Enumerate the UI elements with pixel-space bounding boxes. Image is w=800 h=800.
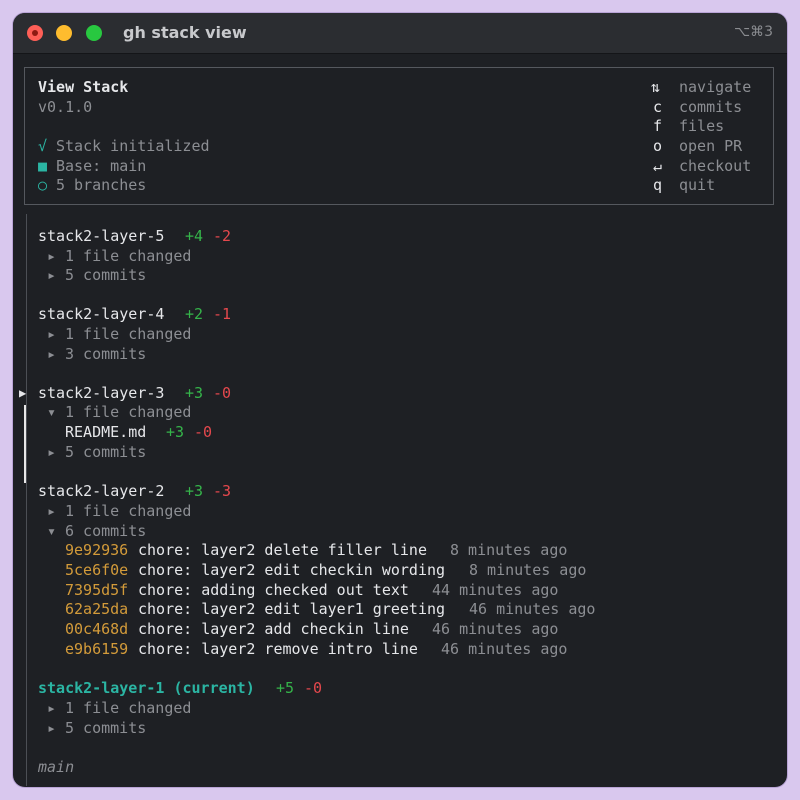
commits-count[interactable]: 5 commits [65, 442, 146, 462]
files-changed[interactable]: 1 file changed [65, 698, 191, 718]
key-navigate-label: navigate [679, 78, 752, 96]
commits-count[interactable]: 5 commits [65, 265, 146, 285]
commit-hash[interactable]: 00c468d [65, 619, 128, 639]
navigate-key-icon: ⇅ [651, 78, 661, 96]
branch-name[interactable]: stack2-layer-2 [38, 481, 164, 501]
commit-hash[interactable]: 9e92936 [65, 540, 128, 560]
deletions: -2 [213, 227, 232, 245]
version-label: v0.1.0 [38, 98, 93, 116]
base-branch: main [38, 758, 75, 776]
status-branches: 5 branches [56, 176, 147, 194]
commits-count[interactable]: 5 commits [65, 718, 146, 738]
key-open-pr-label: open PR [679, 137, 743, 155]
commit-time: 44 minutes ago [432, 581, 559, 599]
collapsed-icon[interactable]: ▸ [47, 442, 56, 462]
additions: +2 [185, 305, 204, 323]
branch-name[interactable]: stack2-layer-4 [38, 304, 164, 324]
header-title: View Stack [38, 78, 129, 96]
commit-message: chore: layer2 add checkin line [138, 620, 409, 638]
key-checkout-label: checkout [679, 157, 752, 175]
commits-count[interactable]: 6 commits [65, 521, 146, 541]
files-changed[interactable]: 1 file changed [65, 501, 191, 521]
collapsed-icon[interactable]: ▸ [47, 265, 56, 285]
minimize-button[interactable] [56, 25, 72, 41]
window-title: gh stack view [123, 23, 247, 42]
files-changed[interactable]: 1 file changed [65, 246, 191, 266]
status-initialized: Stack initialized [56, 137, 210, 155]
deletions: -0 [304, 679, 323, 697]
file-name[interactable]: README.md [65, 422, 146, 442]
key-files-label: files [679, 117, 725, 135]
commit-hash[interactable]: 62a25da [65, 599, 128, 619]
commit-time: 46 minutes ago [441, 640, 568, 658]
terminal-window: gh stack view ⌥⌘3 View Stack v0.1.0 √ St… [13, 13, 787, 787]
commit-time: 8 minutes ago [450, 541, 568, 559]
collapsed-icon[interactable]: ▸ [47, 501, 56, 521]
title-bar: gh stack view ⌥⌘3 [13, 13, 787, 54]
stack-rail [26, 214, 27, 786]
commit-time: 46 minutes ago [432, 620, 559, 638]
window-shortcut: ⌥⌘3 [733, 24, 773, 40]
deletions: -3 [213, 482, 232, 500]
commit-message: chore: layer2 edit layer1 greeting [138, 600, 446, 618]
commit-message: chore: layer2 delete filler line [138, 541, 427, 559]
selected-rail [24, 405, 26, 483]
branch-name[interactable]: stack2-layer-3 [38, 383, 164, 403]
additions: +3 [185, 482, 204, 500]
key-commits-label: commits [679, 98, 743, 116]
expanded-icon[interactable]: ▾ [47, 402, 56, 422]
key-f: f [653, 117, 663, 135]
collapsed-icon[interactable]: ▸ [47, 246, 56, 266]
collapsed-icon[interactable]: ▸ [47, 698, 56, 718]
additions: +5 [276, 679, 295, 697]
current-branch-name[interactable]: stack2-layer-1 (current) [38, 678, 255, 698]
commit-hash[interactable]: 5ce6f0e [65, 560, 128, 580]
collapsed-icon[interactable]: ▸ [47, 718, 56, 738]
deletions: -0 [213, 384, 232, 402]
expanded-icon[interactable]: ▾ [47, 521, 56, 541]
commit-time: 8 minutes ago [469, 561, 587, 579]
key-c: c [653, 98, 663, 116]
enter-key-icon: ↵ [653, 157, 663, 175]
commit-message: chore: layer2 remove intro line [138, 640, 418, 658]
commit-hash[interactable]: 7395d5f [65, 580, 128, 600]
status-base: Base: main [56, 157, 147, 175]
branch-name[interactable]: stack2-layer-5 [38, 226, 164, 246]
key-o: o [653, 137, 663, 155]
files-changed[interactable]: 1 file changed [65, 402, 191, 422]
commit-message: chore: adding checked out text [138, 581, 409, 599]
files-changed[interactable]: 1 file changed [65, 324, 191, 344]
commits-count[interactable]: 3 commits [65, 344, 146, 364]
key-quit-label: quit [679, 176, 716, 194]
file-additions: +3 [166, 423, 185, 441]
terminal-content: View Stack v0.1.0 √ Stack initialized ■ … [13, 54, 787, 787]
square-icon: ■ [38, 157, 48, 175]
commit-message: chore: layer2 edit checkin wording [138, 561, 446, 579]
deletions: -1 [213, 305, 232, 323]
commit-hash[interactable]: e9b6159 [65, 639, 128, 659]
commit-time: 46 minutes ago [469, 600, 596, 618]
check-icon: √ [38, 137, 48, 155]
key-q: q [653, 176, 663, 194]
selection-arrow-icon: ▶ [19, 386, 27, 400]
zoom-button[interactable] [86, 25, 102, 41]
additions: +3 [185, 384, 204, 402]
circle-icon: ○ [38, 176, 48, 194]
close-button[interactable] [27, 25, 43, 41]
file-deletions: -0 [194, 423, 213, 441]
collapsed-icon[interactable]: ▸ [47, 324, 56, 344]
additions: +4 [185, 227, 204, 245]
collapsed-icon[interactable]: ▸ [47, 344, 56, 364]
